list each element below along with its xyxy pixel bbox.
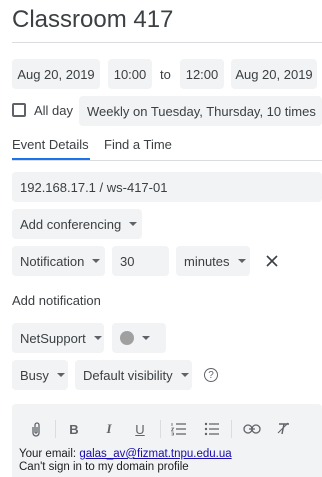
- bold-icon[interactable]: B: [65, 420, 83, 438]
- add-notification-link[interactable]: Add notification: [12, 293, 101, 308]
- start-time-button[interactable]: 10:00: [108, 59, 152, 89]
- bulleted-list-icon[interactable]: [203, 420, 221, 438]
- availability-label: Busy: [20, 367, 49, 383]
- recurrence-dropdown[interactable]: Weekly on Tuesday, Thursday, 10 times: [79, 96, 322, 126]
- numbered-list-icon[interactable]: [170, 420, 188, 438]
- chevron-down-icon: [142, 336, 150, 340]
- start-date-button[interactable]: Aug 20, 2019: [12, 59, 100, 89]
- add-conferencing-dropdown[interactable]: Add conferencing: [12, 209, 142, 239]
- close-icon[interactable]: [264, 253, 280, 269]
- end-time-button[interactable]: 12:00: [180, 59, 224, 89]
- conferencing-label: Add conferencing: [20, 216, 122, 232]
- notification-value-input[interactable]: 30: [112, 246, 169, 276]
- toolbar-separator: [231, 420, 232, 438]
- calendar-label: NetSupport: [20, 330, 86, 346]
- chevron-down-icon: [237, 259, 246, 263]
- all-day-label: All day: [34, 103, 74, 118]
- end-date-label: Aug 20, 2019: [235, 66, 313, 82]
- all-day-checkbox[interactable]: [12, 103, 26, 117]
- tab-find-a-time[interactable]: Find a Time: [104, 137, 172, 152]
- chevron-down-icon: [56, 373, 65, 377]
- notification-unit-label: minutes: [184, 253, 230, 269]
- start-date-label: Aug 20, 2019: [17, 66, 95, 82]
- notification-type-dropdown[interactable]: Notification: [12, 246, 105, 276]
- chevron-down-icon: [93, 336, 102, 340]
- event-color-dropdown[interactable]: [112, 323, 166, 353]
- tabs-divider: [12, 160, 322, 161]
- availability-dropdown[interactable]: Busy: [12, 360, 68, 390]
- tab-event-details[interactable]: Event Details: [12, 137, 89, 152]
- notification-unit-dropdown[interactable]: minutes: [176, 246, 250, 276]
- clear-format-icon[interactable]: [275, 420, 293, 438]
- chevron-down-icon: [180, 373, 189, 377]
- to-label: to: [160, 67, 171, 82]
- calendar-dropdown[interactable]: NetSupport: [12, 323, 104, 353]
- link-icon[interactable]: [243, 420, 261, 438]
- attach-icon[interactable]: [27, 420, 45, 438]
- chevron-down-icon: [129, 222, 138, 226]
- italic-icon[interactable]: I: [100, 420, 118, 438]
- description-prefix: Your email:: [19, 448, 80, 460]
- visibility-dropdown[interactable]: Default visibility: [75, 360, 192, 390]
- description-line-1: Your email: galas_av@fizmat.tnpu.edu.ua: [19, 448, 232, 461]
- help-icon[interactable]: ?: [204, 368, 218, 382]
- underline-icon[interactable]: U: [131, 420, 149, 438]
- toolbar-separator: [160, 420, 161, 438]
- event-title[interactable]: Classroom 417: [12, 6, 173, 34]
- visibility-label: Default visibility: [83, 367, 173, 383]
- toolbar-separator: [55, 420, 56, 438]
- end-time-label: 12:00: [185, 66, 219, 82]
- location-input[interactable]: 192.168.17.1 / ws-417-01: [12, 172, 322, 202]
- chevron-down-icon: [92, 259, 101, 263]
- description-text[interactable]: Your email: galas_av@fizmat.tnpu.edu.ua …: [19, 448, 232, 474]
- recurrence-label: Weekly on Tuesday, Thursday, 10 times: [87, 103, 316, 119]
- title-underline: [12, 42, 322, 43]
- help-symbol: ?: [208, 369, 214, 381]
- notification-value: 30: [120, 253, 135, 269]
- notification-type-label: Notification: [20, 253, 85, 269]
- location-value: 192.168.17.1 / ws-417-01: [20, 179, 168, 195]
- end-date-button[interactable]: Aug 20, 2019: [231, 59, 317, 89]
- color-swatch-icon: [120, 331, 134, 345]
- description-line-2: Can't sign in to my domain profile: [19, 461, 189, 473]
- start-time-label: 10:00: [113, 66, 147, 82]
- email-link[interactable]: galas_av@fizmat.tnpu.edu.ua: [79, 448, 231, 460]
- description-editor[interactable]: B I U Your email: galas_av@fizmat.tnpu.e…: [12, 404, 322, 477]
